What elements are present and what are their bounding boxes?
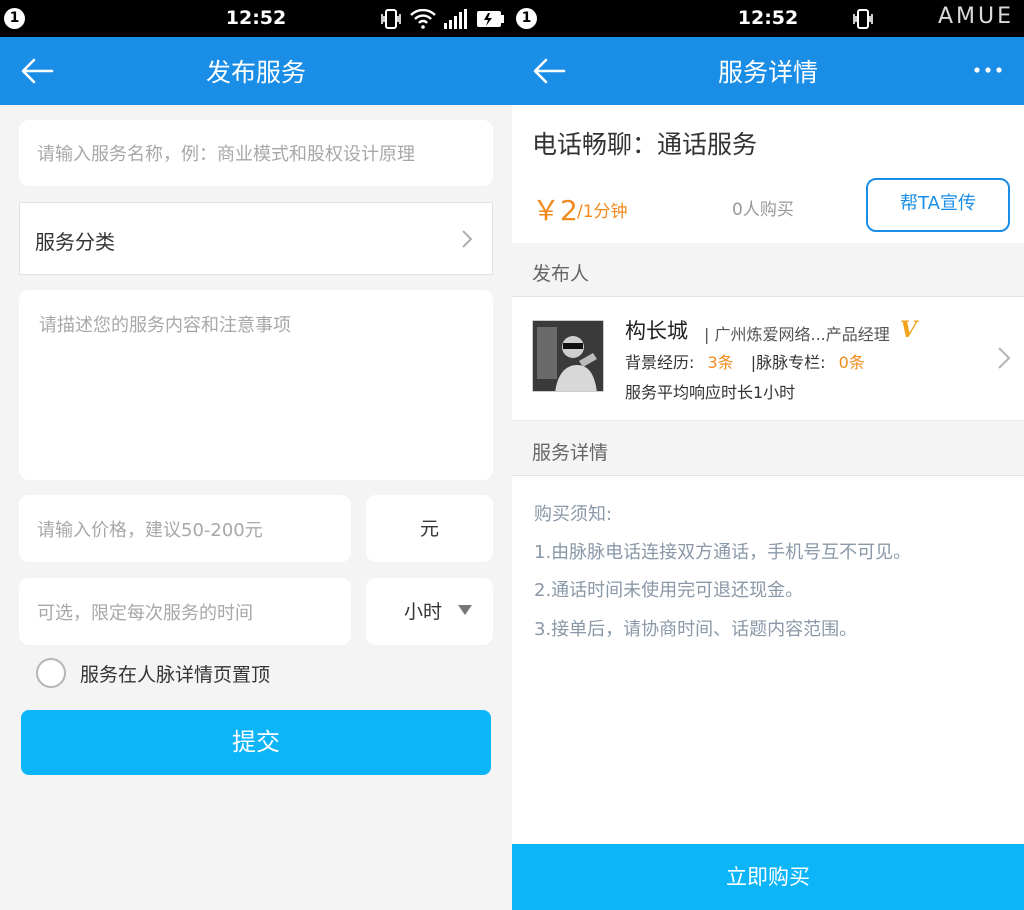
dropdown-triangle-icon — [458, 605, 472, 615]
page-title: 发布服务 — [205, 58, 306, 87]
buyer-count: 0人购买 — [732, 200, 794, 220]
service-price: ￥2 — [532, 194, 578, 227]
price-unit: 元 — [366, 495, 493, 562]
duration-input[interactable]: 可选，限定每次服务的时间 — [19, 578, 351, 645]
purchase-note-item: 3.接单后，请协商时间、话题内容范围。 — [534, 619, 858, 640]
service-description-placeholder: 请描述您的服务内容和注意事项 — [39, 315, 291, 336]
more-dots-icon[interactable] — [970, 55, 1006, 85]
publisher-card[interactable]: 构长城 | 广州炼爱网络...产品经理 V 背景经历: 3条 |脉脉专栏: 0条… — [512, 297, 1024, 421]
service-category-selector[interactable]: 服务分类 — [19, 202, 493, 275]
vibrate-icon — [381, 9, 401, 29]
chevron-right-icon — [462, 230, 473, 248]
publisher-name: 构长城 — [625, 319, 688, 343]
column-label: |脉脉专栏: — [750, 353, 826, 372]
duration-placeholder: 可选，限定每次服务的时间 — [37, 603, 253, 624]
service-name-input[interactable]: 请输入服务名称，例：商业模式和股权设计原理 — [19, 120, 493, 186]
wifi-icon — [410, 9, 436, 29]
service-price-unit: /1分钟 — [577, 202, 628, 222]
purchase-notes-heading: 购买须知: — [534, 504, 613, 525]
publish-service-screen: 1 12:52 发布服务 请输入服务名称，例：商业模式和股权设计原理 服务分类 … — [0, 0, 512, 910]
signal-icon — [444, 9, 467, 29]
watermark: AMUE — [937, 4, 1014, 29]
avatar — [532, 320, 604, 392]
promote-button[interactable]: 帮TA宣传 — [866, 178, 1010, 232]
page-title-right: 服务详情 — [717, 58, 818, 87]
submit-button[interactable]: 提交 — [21, 710, 491, 775]
status-bar: 1 12:52 — [0, 0, 512, 37]
pin-top-label: 服务在人脉详情页置顶 — [80, 664, 271, 686]
detail-section-title: 服务详情 — [532, 442, 609, 464]
service-summary: 电话畅聊：通话服务 ￥2 /1分钟 0人购买 帮TA宣传 — [512, 105, 1024, 243]
chevron-right-icon — [998, 347, 1011, 369]
publisher-section-header: 发布人 — [512, 243, 1024, 297]
pin-top-radio[interactable] — [36, 658, 66, 688]
battery-icon — [477, 11, 504, 27]
nav-bar: 发布服务 — [0, 37, 512, 105]
price-input[interactable]: 请输入价格，建议50-200元 — [19, 495, 351, 562]
vibrate-icon — [853, 9, 873, 29]
verified-badge: V — [900, 317, 918, 343]
detail-section-header: 服务详情 — [512, 422, 1024, 476]
service-name-placeholder: 请输入服务名称，例：商业模式和股权设计原理 — [37, 144, 415, 165]
status-icons — [380, 8, 504, 30]
nav-bar-right: 服务详情 — [512, 37, 1024, 105]
status-bar-right: 1 12:52 AMUE — [512, 0, 1024, 37]
duration-unit-label: 小时 — [404, 601, 443, 623]
service-description-textarea[interactable]: 请描述您的服务内容和注意事项 — [19, 290, 493, 480]
price-placeholder: 请输入价格，建议50-200元 — [37, 520, 263, 541]
service-title: 电话畅聊：通话服务 — [532, 130, 758, 159]
publisher-company: | 广州炼爱网络...产品经理 — [704, 325, 890, 344]
purchase-note-item: 1.由脉脉电话连接双方通话，手机号互不可见。 — [534, 542, 912, 563]
status-icons-right — [852, 8, 874, 30]
duration-unit-dropdown[interactable]: 小时 — [366, 578, 493, 645]
purchase-note-item: 2.通话时间未使用完可退还现金。 — [534, 580, 804, 601]
response-time: 服务平均响应时长1小时 — [625, 383, 796, 402]
background-label: 背景经历: — [625, 353, 695, 372]
background-count: 3条 — [707, 353, 734, 372]
buy-now-button[interactable]: 立即购买 — [512, 844, 1024, 910]
price-unit-label: 元 — [419, 518, 439, 540]
column-count: 0条 — [838, 353, 865, 372]
publisher-section-title: 发布人 — [532, 263, 590, 285]
publisher-stats: 背景经历: 3条 |脉脉专栏: 0条 — [625, 349, 865, 373]
purchase-notes: 购买须知: 1.由脉脉电话连接双方通话，手机号互不可见。 2.通话时间未使用完可… — [512, 476, 1024, 844]
service-category-label: 服务分类 — [35, 230, 115, 254]
service-detail-screen: 1 12:52 AMUE 服务详情 电话畅聊：通话服务 ￥2 /1分钟 0人购买… — [512, 0, 1024, 910]
